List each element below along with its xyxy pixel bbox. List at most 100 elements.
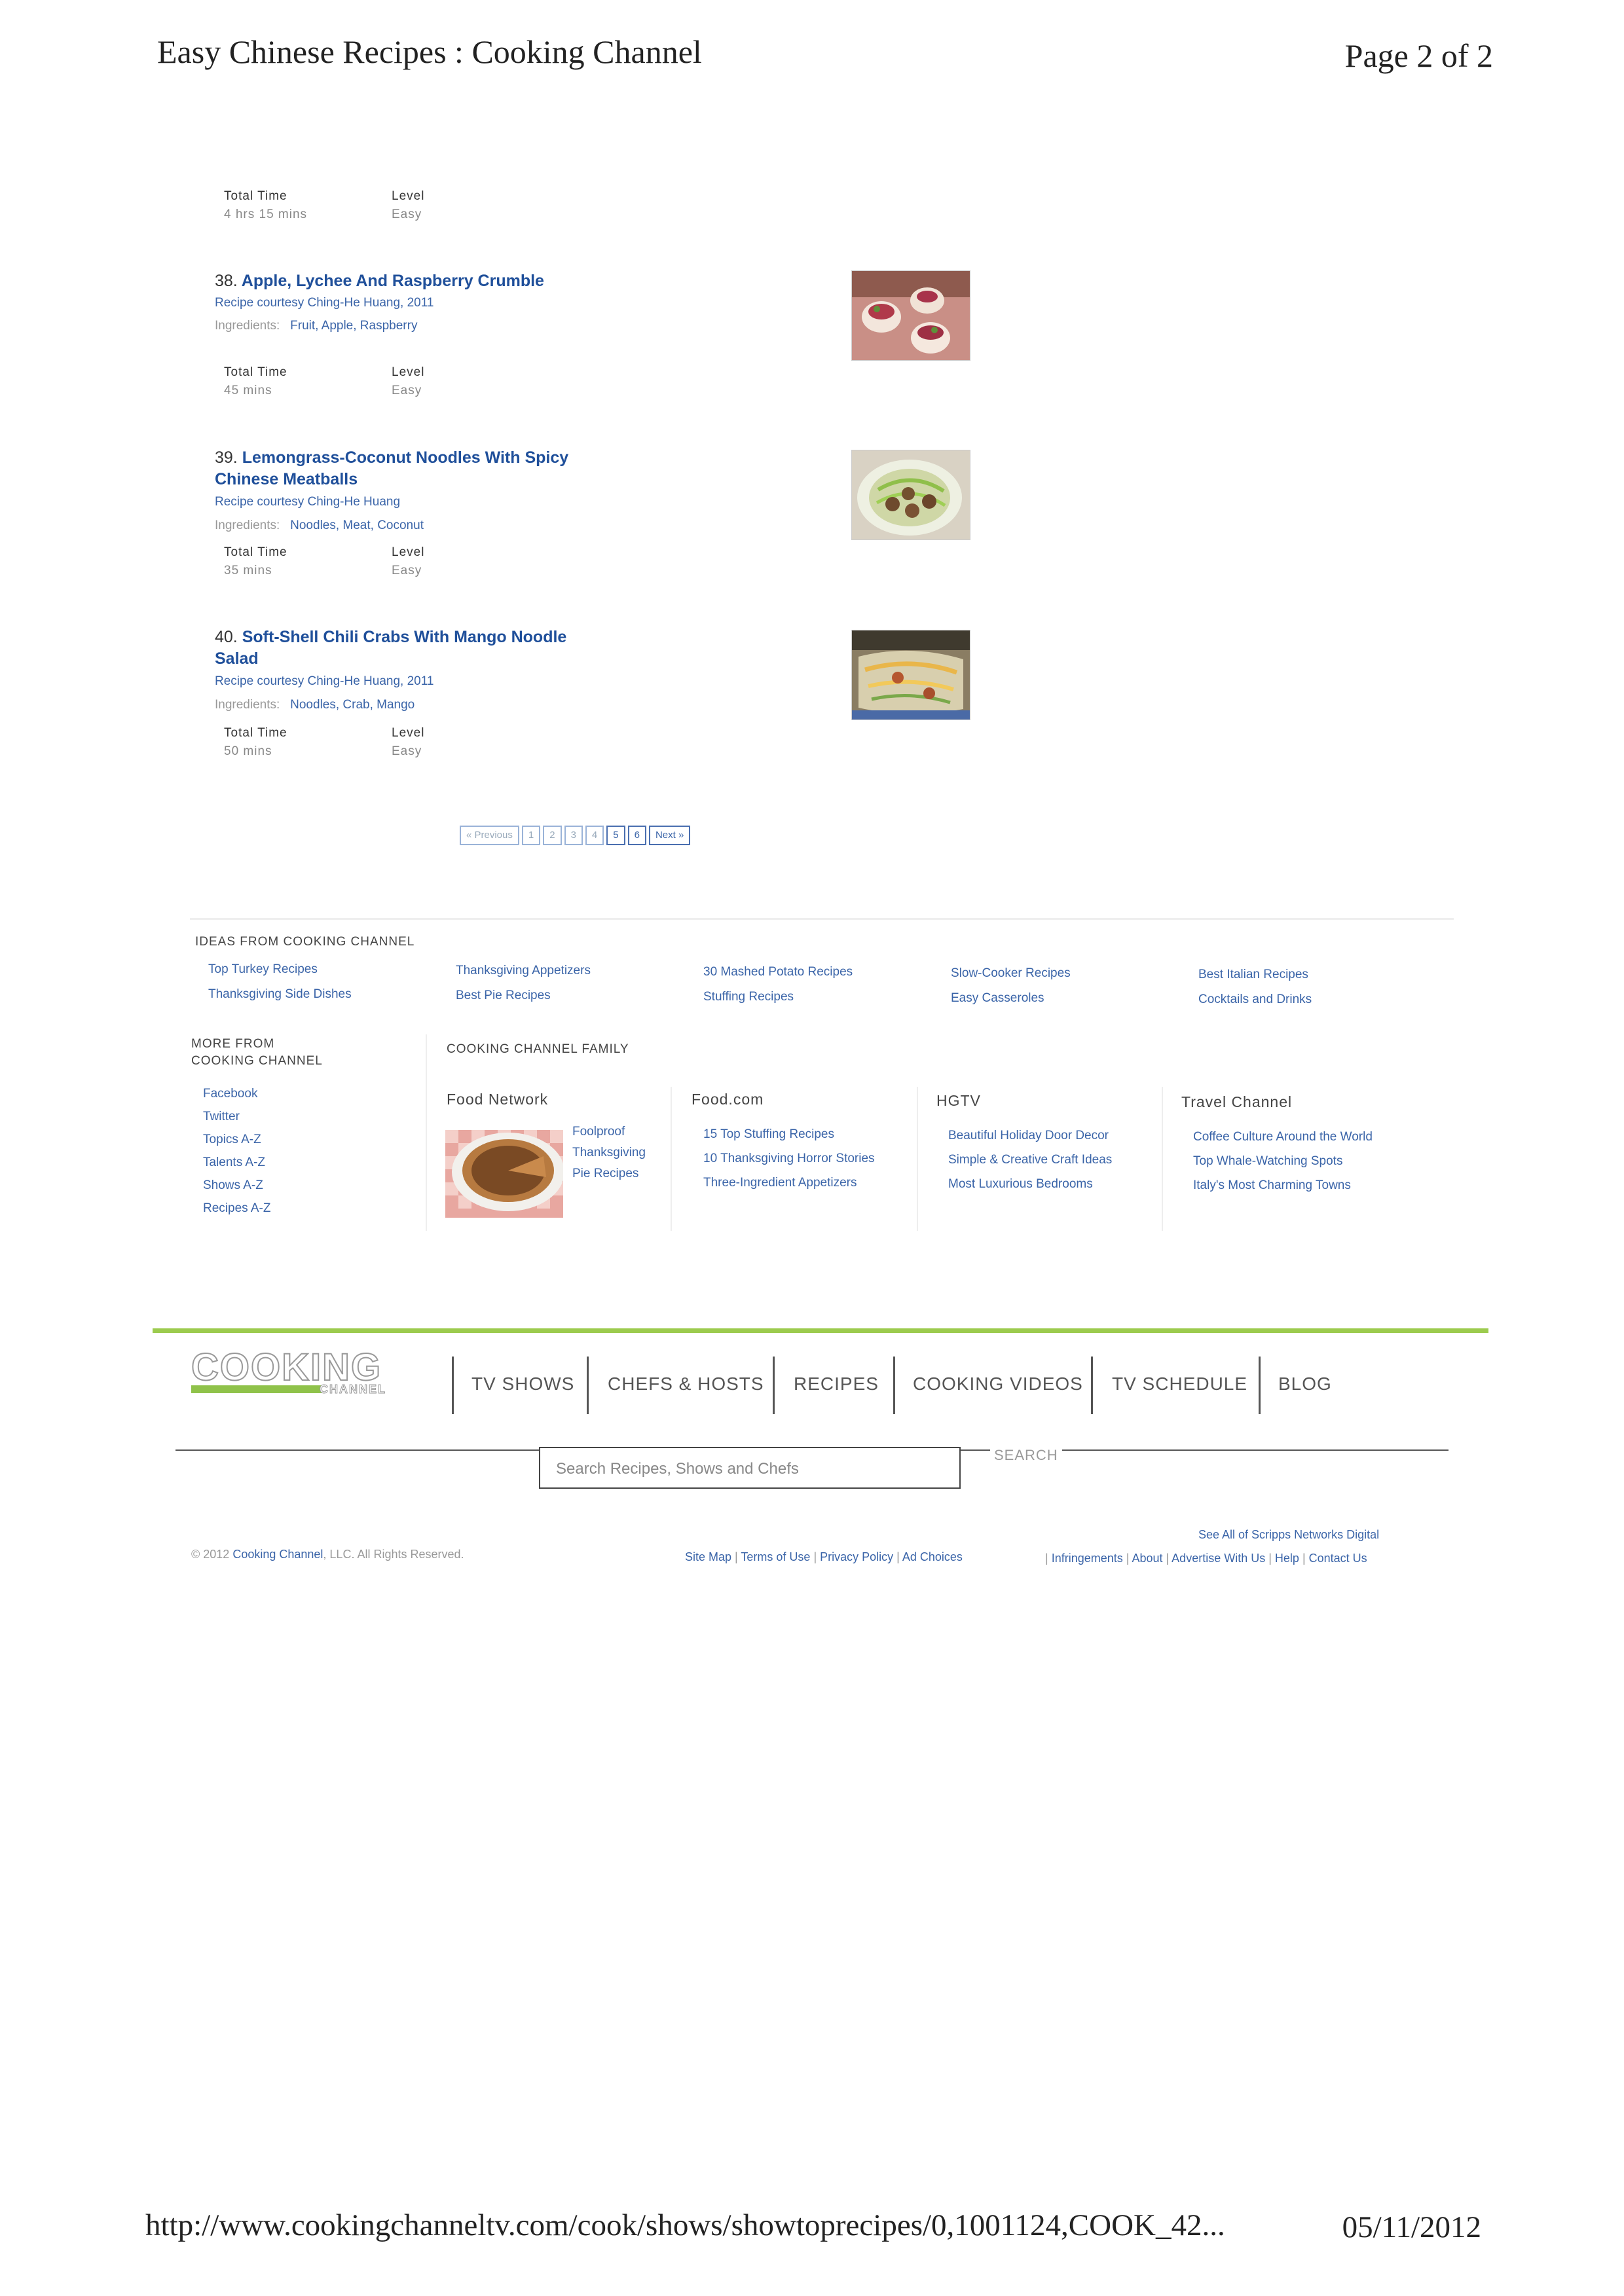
nav-tv-shows[interactable]: TV SHOWS bbox=[471, 1374, 574, 1394]
search-button[interactable]: SEARCH bbox=[990, 1447, 1062, 1464]
recipe-title[interactable]: Apple, Lychee And Raspberry Crumble bbox=[242, 272, 544, 290]
ingredient-links[interactable]: Noodles, Meat, Coconut bbox=[290, 519, 424, 532]
ad-choices-link[interactable]: Ad Choices bbox=[902, 1550, 963, 1563]
previous-page-button[interactable]: « Previous bbox=[460, 826, 519, 845]
recipes-az-link[interactable]: Recipes A-Z bbox=[203, 1201, 270, 1216]
hgtv-name[interactable]: HGTV bbox=[936, 1092, 981, 1110]
food-network-name[interactable]: Food Network bbox=[447, 1091, 548, 1108]
pagination: « Previous 1 2 3 4 5 6 Next » bbox=[460, 826, 691, 845]
level-label: Level bbox=[392, 365, 425, 379]
travel-channel-link[interactable]: Italy's Most Charming Towns bbox=[1193, 1178, 1351, 1193]
nav-chefs-hosts[interactable]: CHEFS & HOSTS bbox=[608, 1374, 764, 1394]
topics-az-link[interactable]: Topics A-Z bbox=[203, 1133, 261, 1147]
logo-wordmark: COOKING bbox=[191, 1346, 382, 1389]
nav-recipes[interactable]: RECIPES bbox=[794, 1374, 879, 1394]
recipe-title-link[interactable]: 39. Lemongrass-Coconut Noodles With Spic… bbox=[215, 447, 581, 490]
family-heading: COOKING CHANNEL FAMILY bbox=[447, 1042, 629, 1056]
search-input[interactable]: Search Recipes, Shows and Chefs bbox=[539, 1447, 961, 1489]
ideas-link[interactable]: Slow-Cooker Recipes bbox=[951, 966, 1071, 981]
help-link[interactable]: Help bbox=[1275, 1552, 1299, 1565]
copyright-suffix: , LLC. All Rights Reserved. bbox=[323, 1548, 464, 1561]
ideas-link[interactable]: Thanksgiving Appetizers bbox=[456, 964, 591, 978]
total-time-label: Total Time bbox=[224, 189, 287, 203]
advertise-link[interactable]: Advertise With Us bbox=[1172, 1552, 1265, 1565]
copyright-prefix: © 2012 bbox=[191, 1548, 230, 1561]
column-divider bbox=[426, 1034, 427, 1231]
nav-cooking-videos[interactable]: COOKING VIDEOS bbox=[913, 1374, 1083, 1394]
ideas-link[interactable]: Best Pie Recipes bbox=[456, 989, 551, 1003]
cooking-channel-logo[interactable]: COOKING CHANNEL bbox=[191, 1346, 401, 1401]
about-link[interactable]: About bbox=[1132, 1552, 1162, 1565]
ideas-link[interactable]: Stuffing Recipes bbox=[703, 990, 794, 1004]
column-divider bbox=[1162, 1087, 1163, 1231]
food-com-link[interactable]: Three-Ingredient Appetizers bbox=[703, 1176, 857, 1190]
site-map-link[interactable]: Site Map bbox=[685, 1550, 731, 1563]
recipe-courtesy[interactable]: Recipe courtesy Ching-He Huang, 2011 bbox=[215, 296, 434, 310]
ingredient-links[interactable]: Noodles, Crab, Mango bbox=[290, 698, 415, 712]
page-button-3[interactable]: 3 bbox=[564, 826, 583, 845]
ingredients-label: Ingredients: bbox=[215, 698, 280, 712]
nav-separator bbox=[1091, 1357, 1093, 1414]
food-network-feature-link[interactable]: Thanksgiving bbox=[572, 1146, 646, 1160]
nav-blog[interactable]: BLOG bbox=[1278, 1374, 1332, 1394]
level-label: Level bbox=[392, 726, 425, 740]
twitter-link[interactable]: Twitter bbox=[203, 1110, 240, 1124]
page-button-4[interactable]: 4 bbox=[585, 826, 604, 845]
pie-thumbnail[interactable] bbox=[445, 1130, 563, 1218]
food-com-link[interactable]: 10 Thanksgiving Horror Stories bbox=[703, 1152, 875, 1166]
page-button-2[interactable]: 2 bbox=[543, 826, 562, 845]
facebook-link[interactable]: Facebook bbox=[203, 1087, 257, 1101]
contact-us-link[interactable]: Contact Us bbox=[1309, 1552, 1367, 1565]
page-button-5[interactable]: 5 bbox=[606, 826, 625, 845]
recipe-title[interactable]: Lemongrass-Coconut Noodles With Spicy Ch… bbox=[215, 448, 568, 488]
shows-az-link[interactable]: Shows A-Z bbox=[203, 1178, 263, 1193]
recipe-courtesy[interactable]: Recipe courtesy Ching-He Huang, 2011 bbox=[215, 674, 434, 689]
recipe-thumbnail[interactable] bbox=[851, 270, 970, 361]
hgtv-link[interactable]: Most Luxurious Bedrooms bbox=[948, 1177, 1093, 1192]
page-button-1[interactable]: 1 bbox=[521, 826, 541, 845]
talents-az-link[interactable]: Talents A-Z bbox=[203, 1156, 265, 1170]
food-network-feature-link[interactable]: Foolproof bbox=[572, 1125, 625, 1139]
total-time-value: 45 mins bbox=[224, 384, 272, 397]
travel-channel-link[interactable]: Coffee Culture Around the World bbox=[1193, 1130, 1373, 1144]
recipe-courtesy[interactable]: Recipe courtesy Ching-He Huang bbox=[215, 495, 400, 509]
food-network-feature-link[interactable]: Pie Recipes bbox=[572, 1167, 638, 1181]
food-com-name[interactable]: Food.com bbox=[692, 1091, 764, 1108]
ingredient-links[interactable]: Fruit, Apple, Raspberry bbox=[290, 319, 417, 333]
ideas-link[interactable]: Best Italian Recipes bbox=[1198, 968, 1308, 982]
scripps-link-label[interactable]: See All of Scripps Networks Digital bbox=[1198, 1528, 1379, 1541]
logo-subtitle: CHANNEL bbox=[320, 1383, 386, 1396]
level-label: Level bbox=[392, 545, 425, 559]
nav-tv-schedule[interactable]: TV SCHEDULE bbox=[1112, 1374, 1247, 1394]
recipe-thumbnail[interactable] bbox=[851, 450, 970, 540]
nav-separator bbox=[587, 1357, 589, 1414]
ideas-link[interactable]: 30 Mashed Potato Recipes bbox=[703, 965, 853, 979]
total-time-label: Total Time bbox=[224, 545, 287, 559]
crumble-photo bbox=[852, 271, 970, 360]
infringements-link[interactable]: Infringements bbox=[1052, 1552, 1123, 1565]
hgtv-link[interactable]: Simple & Creative Craft Ideas bbox=[948, 1153, 1112, 1167]
page-button-6[interactable]: 6 bbox=[627, 826, 646, 845]
ideas-link[interactable]: Easy Casseroles bbox=[951, 991, 1044, 1006]
hgtv-link[interactable]: Beautiful Holiday Door Decor bbox=[948, 1129, 1109, 1143]
travel-channel-link[interactable]: Top Whale-Watching Spots bbox=[1193, 1154, 1342, 1169]
recipe-title-link[interactable]: 40. Soft-Shell Chili Crabs With Mango No… bbox=[215, 627, 581, 670]
ideas-link[interactable]: Thanksgiving Side Dishes bbox=[208, 987, 352, 1002]
recipe-title-link[interactable]: 38. Apple, Lychee And Raspberry Crumble bbox=[215, 270, 581, 292]
recipe-title[interactable]: Soft-Shell Chili Crabs With Mango Noodle… bbox=[215, 628, 566, 668]
privacy-policy-link[interactable]: Privacy Policy bbox=[820, 1550, 893, 1563]
level-value: Easy bbox=[392, 384, 422, 397]
recipe-thumbnail[interactable] bbox=[851, 630, 970, 720]
ingredients-label: Ingredients: bbox=[215, 319, 280, 333]
recipe-number: 38. bbox=[215, 272, 238, 290]
terms-of-use-link[interactable]: Terms of Use bbox=[741, 1550, 810, 1563]
ideas-link[interactable]: Top Turkey Recipes bbox=[208, 962, 318, 977]
cooking-channel-link[interactable]: Cooking Channel bbox=[232, 1548, 323, 1561]
food-com-link[interactable]: 15 Top Stuffing Recipes bbox=[703, 1127, 834, 1142]
print-footer-date: 05/11/2012 bbox=[1342, 2210, 1481, 2244]
scripps-link[interactable]: See All of Scripps Networks Digital bbox=[1198, 1528, 1379, 1542]
travel-channel-name[interactable]: Travel Channel bbox=[1181, 1093, 1292, 1111]
print-header-title: Easy Chinese Recipes : Cooking Channel bbox=[157, 33, 702, 70]
ideas-link[interactable]: Cocktails and Drinks bbox=[1198, 993, 1312, 1007]
next-page-button[interactable]: Next » bbox=[648, 826, 691, 845]
